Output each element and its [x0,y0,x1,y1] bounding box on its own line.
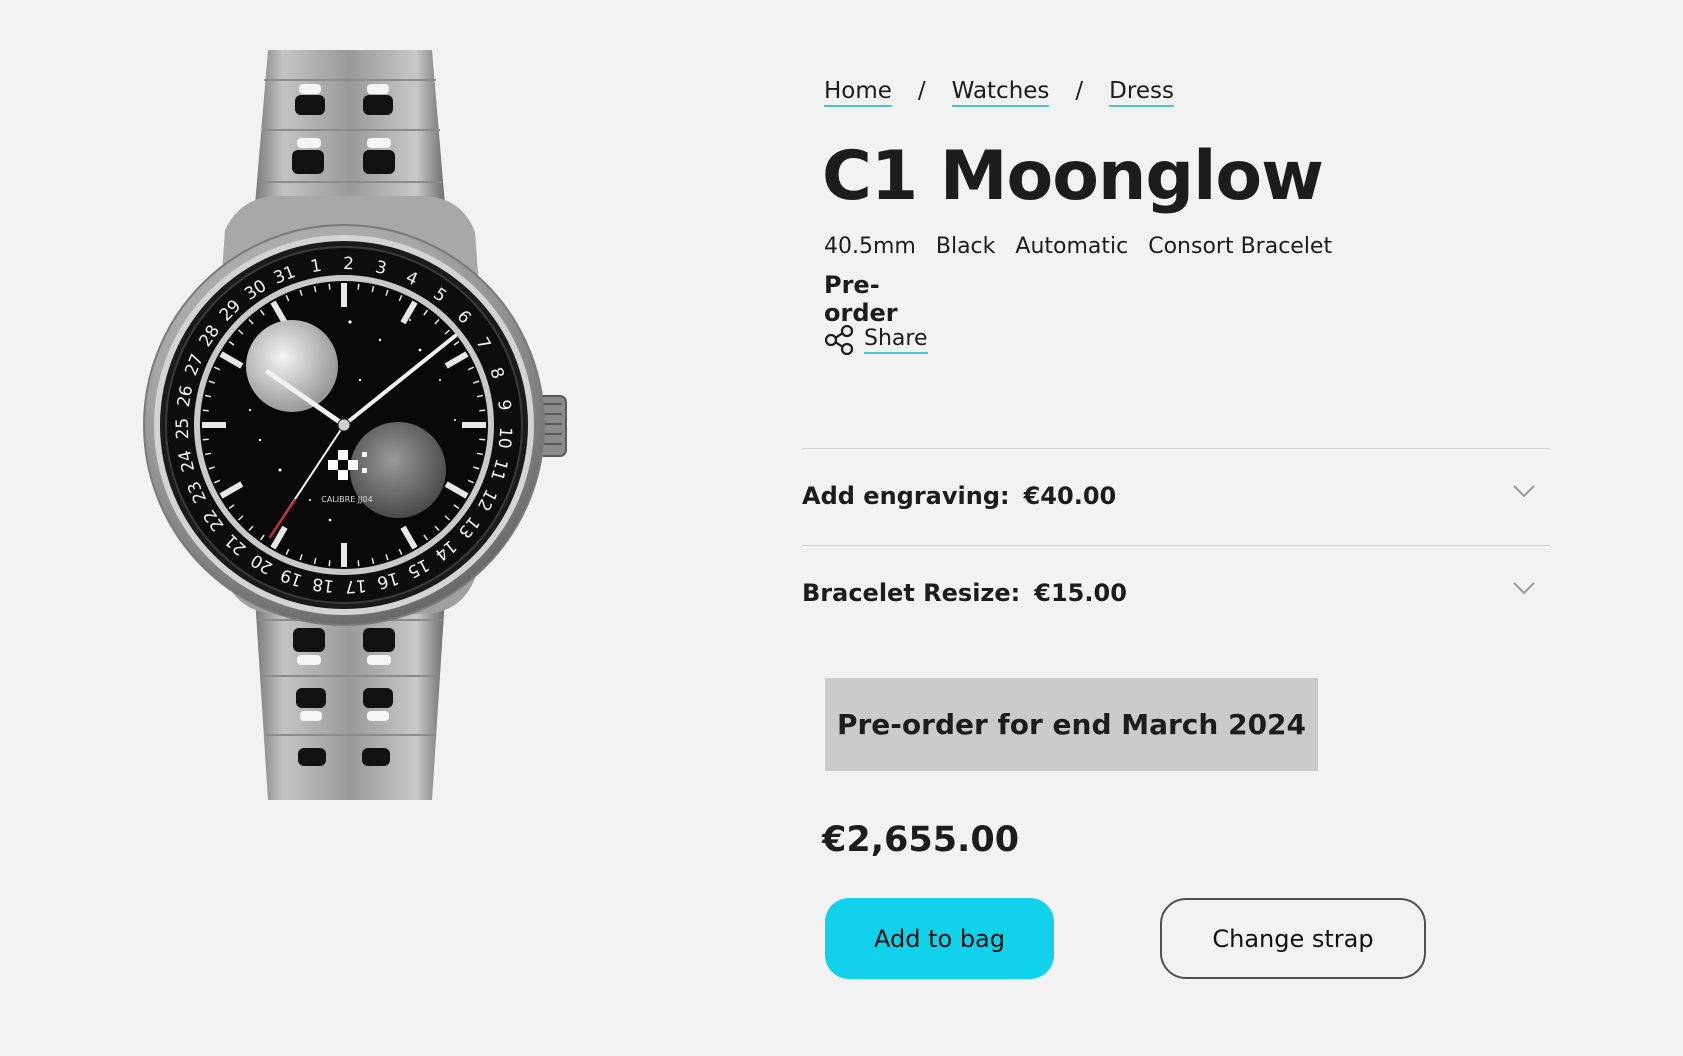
product-price: €2,655.00 [822,820,1020,860]
chevron-down-icon [1513,582,1535,595]
breadcrumb: Home / Watches / Dress [824,78,1174,107]
breadcrumb-separator: / [917,78,926,104]
date-ring-numeral: 18 [311,573,335,596]
share-label: Share [864,326,928,354]
minute-tick [328,560,331,567]
add-to-bag-button[interactable]: Add to bag [825,898,1054,979]
bracelet-resize-price: €15.00 [1034,579,1127,607]
engraving-accordion[interactable]: Add engraving: €40.00 [802,448,1550,544]
share-button[interactable]: Share [824,325,928,355]
product-title: C1 Moonglow [822,137,1324,216]
minute-tick [357,560,360,567]
product-specs: 40.5mm Black Automatic Consort Bracelet [824,234,1332,259]
minute-tick [202,409,209,412]
spec-size: 40.5mm [824,234,916,259]
minute-tick [202,438,209,441]
engraving-label: Add engraving: [802,482,1010,510]
date-ring-numeral: 10 [494,426,516,449]
breadcrumb-home[interactable]: Home [824,78,892,107]
minute-tick [479,438,486,441]
breadcrumb-watches[interactable]: Watches [951,78,1050,107]
change-strap-button[interactable]: Change strap [1160,898,1426,979]
date-ring-numeral: 26 [174,384,198,409]
spec-movement: Automatic [1015,234,1129,259]
availability-status: Pre-order [824,271,898,327]
bracelet-resize-label: Bracelet Resize: [802,579,1021,607]
share-icon [824,325,854,355]
engraving-price: €40.00 [1023,482,1117,510]
date-ring-numeral: 2 [343,254,354,274]
bracelet-resize-accordion[interactable]: Bracelet Resize: €15.00 [802,545,1550,641]
dial-calibre-text: CALIBRE JJ04 [321,495,372,504]
minute-tick [328,283,331,290]
breadcrumb-dress[interactable]: Dress [1109,78,1174,107]
preorder-banner: Pre-order for end March 2024 [825,678,1318,771]
spec-color: Black [935,234,996,259]
breadcrumb-separator: / [1075,78,1084,104]
minute-tick [479,409,486,412]
date-ring-numeral: 17 [344,575,367,597]
chevron-down-icon [1513,485,1535,498]
minute-tick [357,283,360,290]
spec-strap: Consort Bracelet [1148,234,1333,259]
date-ring-numeral: 25 [173,418,193,440]
product-image: 1 2 3 4567891011121314151617181920212223242… [143,50,567,800]
